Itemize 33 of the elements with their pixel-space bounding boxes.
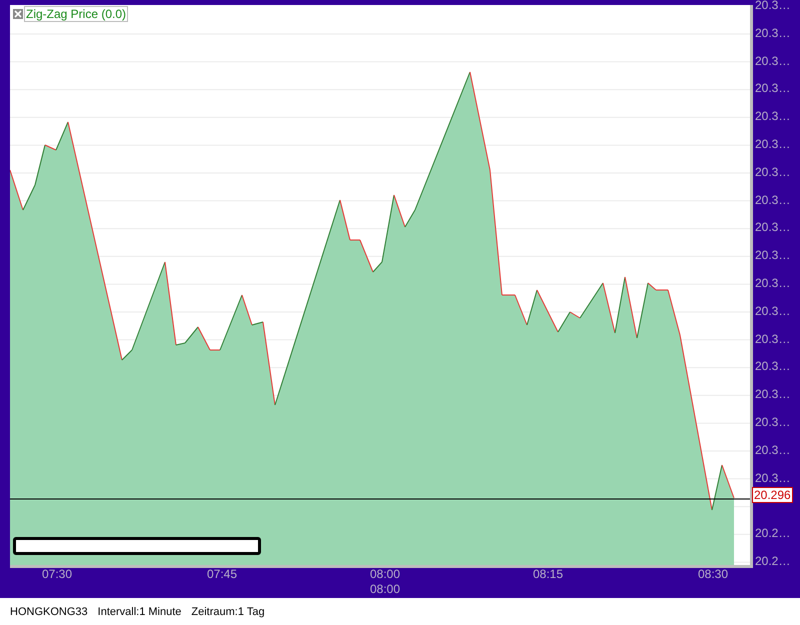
axis-label: 20.3… xyxy=(755,332,790,346)
axis-label: 20.3… xyxy=(755,276,790,290)
axis-label: 20.3… xyxy=(755,192,790,207)
interval-label: Intervall:1 Minute xyxy=(98,606,182,618)
range-label: Zeitraum:1 Tag xyxy=(191,606,265,618)
axis-label: 08:15 xyxy=(532,567,564,582)
symbol-label: HONGKONG33 xyxy=(10,606,88,618)
axis-label: 20.3… xyxy=(755,442,790,457)
axis-label: 20.3… xyxy=(755,54,790,68)
axis-label: 20.2… xyxy=(755,554,790,568)
axis-label: 20.3… xyxy=(755,387,790,402)
axis-label: 20.3… xyxy=(755,359,790,374)
axis-label: 07:45 xyxy=(206,567,238,582)
axis-label: 20.3… xyxy=(755,0,790,12)
axis-label: 20.3… xyxy=(755,415,790,429)
axis-label: 08:00 xyxy=(370,582,400,597)
axis-label: 07:30 xyxy=(42,567,72,582)
indicator-label: Zig-Zag Price (0.0) xyxy=(24,6,128,22)
axis-label: 08:00 xyxy=(370,567,400,582)
close-icon[interactable] xyxy=(13,9,23,19)
axis-label: 20.2… xyxy=(755,526,790,540)
axis-label: 20.3… xyxy=(755,220,790,234)
scrollbar[interactable] xyxy=(13,537,261,555)
axis-label: 20.3… xyxy=(755,137,790,151)
axis-label: 08:30 xyxy=(698,567,728,582)
axis-label: 20.3… xyxy=(755,26,790,40)
axis-label: 20.3… xyxy=(755,164,790,179)
axis-label: 20.3… xyxy=(755,248,790,262)
axis-label: 20.3… xyxy=(755,81,790,96)
axis-label: 20.3… xyxy=(755,304,790,318)
axis-label: 20.3… xyxy=(755,109,790,124)
axis-label: 20.3… xyxy=(755,470,790,485)
price-label: 20.296 xyxy=(752,487,793,503)
